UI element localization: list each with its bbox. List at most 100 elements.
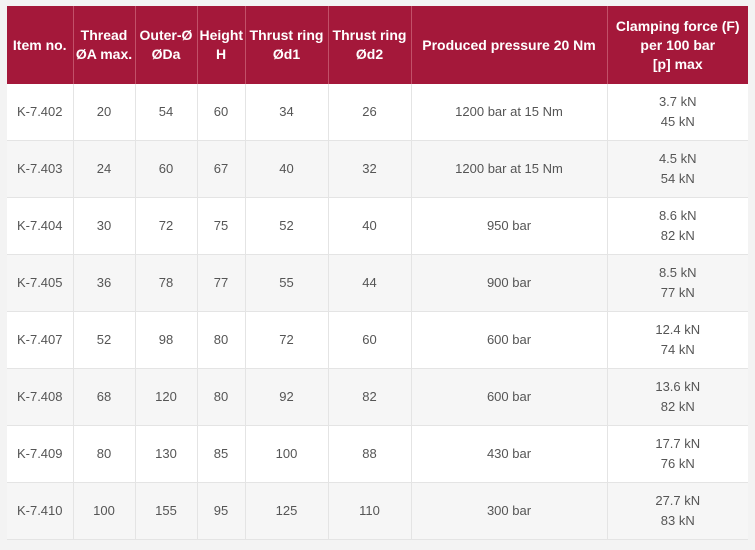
cell-thrust-ring-d1: 34	[245, 84, 329, 141]
cell-thread: 100	[73, 482, 136, 540]
cell-thrust-ring-d2: 110	[328, 482, 412, 540]
table-row: K-7.404 30 72 75 52 40 950 bar 8.6 kN 82 kN	[7, 197, 748, 255]
cell-clamping-force: 8.6 kN 82 kN	[607, 197, 748, 255]
header-text-line: Thread	[80, 27, 128, 43]
table-row: K-7.410 100 155 95 125 110 300 bar 27.7 kN 83 kN	[7, 482, 748, 540]
cell-height: 80	[197, 311, 246, 369]
header-thread: Thread ØA max.	[73, 6, 136, 84]
cell-produced-pressure: 300 bar	[411, 482, 608, 540]
header-text-line: Thrust ring	[249, 27, 324, 43]
clamping-force-value: 82 kN	[660, 399, 695, 414]
cell-thrust-ring-d2: 26	[328, 84, 412, 141]
page-background: Item no. Thread ØA max. Outer-Ø ØDa Height…	[0, 0, 755, 550]
header-text-line: Ød1	[272, 46, 301, 62]
table-row: K-7.408 68 120 80 92 82 600 bar 13.6 kN 82 kN	[7, 368, 748, 426]
cell-thread: 80	[73, 425, 136, 483]
cell-produced-pressure: 950 bar	[411, 197, 608, 255]
cell-height: 75	[197, 197, 246, 255]
header-text-line: H	[215, 46, 227, 62]
clamping-force-value: 76 kN	[660, 456, 695, 471]
cell-item-no: K-7.404	[7, 197, 74, 255]
clamping-force-value: 3.7 kN	[658, 94, 697, 109]
cell-produced-pressure: 1200 bar at 15 Nm	[411, 84, 608, 141]
cell-item-no: K-7.410	[7, 482, 74, 540]
header-text-line: Clamping force (F)	[615, 17, 740, 34]
clamping-force-value: 74 kN	[660, 342, 695, 357]
cell-thrust-ring-d2: 88	[328, 425, 412, 483]
header-clamping-force: Clamping force (F) per 100 bar [p] max	[607, 6, 748, 84]
cell-item-no: K-7.403	[7, 140, 74, 198]
cell-thrust-ring-d1: 125	[245, 482, 329, 540]
cell-produced-pressure: 600 bar	[411, 311, 608, 369]
cell-thrust-ring-d2: 44	[328, 254, 412, 312]
cell-clamping-force: 27.7 kN 83 kN	[607, 482, 748, 540]
header-produced-pressure: Produced pressure 20 Nm	[411, 6, 608, 84]
cell-clamping-force: 13.6 kN 82 kN	[607, 368, 748, 426]
cell-thrust-ring-d1: 92	[245, 368, 329, 426]
cell-thrust-ring-d1: 100	[245, 425, 329, 483]
cell-thrust-ring-d2: 40	[328, 197, 412, 255]
cell-height: 95	[197, 482, 246, 540]
cell-height: 80	[197, 368, 246, 426]
cell-outer-diameter: 155	[135, 482, 198, 540]
header-text-line: Produced pressure 20 Nm	[422, 36, 596, 53]
header-text-line: Outer-Ø	[139, 27, 193, 43]
cell-outer-diameter: 72	[135, 197, 198, 255]
cell-outer-diameter: 54	[135, 84, 198, 141]
cell-item-no: K-7.405	[7, 254, 74, 312]
clamping-force-value: 12.4 kN	[655, 322, 701, 337]
table-row: K-7.403 24 60 67 40 32 1200 bar at 15 Nm 4.5 kN…	[7, 140, 748, 198]
cell-produced-pressure: 900 bar	[411, 254, 608, 312]
cell-clamping-force: 12.4 kN 74 kN	[607, 311, 748, 369]
cell-thrust-ring-d1: 72	[245, 311, 329, 369]
table-row: K-7.407 52 98 80 72 60 600 bar 12.4 kN 74 kN	[7, 311, 748, 369]
cell-thrust-ring-d1: 52	[245, 197, 329, 255]
cell-produced-pressure: 430 bar	[411, 425, 608, 483]
header-text-line: Height	[199, 27, 244, 43]
cell-height: 60	[197, 84, 246, 141]
header-text-line: ØDa	[151, 46, 181, 62]
table-body: K-7.402 20 54 60 34 26 1200 bar at 15 Nm 3.7 kN…	[7, 84, 748, 540]
cell-thread: 52	[73, 311, 136, 369]
cell-outer-diameter: 120	[135, 368, 198, 426]
header-thrust-ring-d1: Thrust ring Ød1	[245, 6, 329, 84]
clamping-force-value: 17.7 kN	[655, 436, 701, 451]
cell-clamping-force: 3.7 kN 45 kN	[607, 84, 748, 141]
header-text-line: Thrust ring	[332, 27, 407, 43]
cell-produced-pressure: 600 bar	[411, 368, 608, 426]
cell-outer-diameter: 130	[135, 425, 198, 483]
table-header-row: Item no. Thread ØA max. Outer-Ø ØDa Height…	[7, 6, 748, 84]
specification-table: Item no. Thread ØA max. Outer-Ø ØDa Height…	[7, 6, 748, 540]
cell-thread: 30	[73, 197, 136, 255]
cell-thread: 24	[73, 140, 136, 198]
cell-outer-diameter: 78	[135, 254, 198, 312]
cell-thread: 68	[73, 368, 136, 426]
cell-clamping-force: 17.7 kN 76 kN	[607, 425, 748, 483]
cell-thrust-ring-d1: 40	[245, 140, 329, 198]
clamping-force-value: 27.7 kN	[655, 493, 701, 508]
cell-produced-pressure: 1200 bar at 15 Nm	[411, 140, 608, 198]
table-row: K-7.405 36 78 77 55 44 900 bar 8.5 kN 77 kN	[7, 254, 748, 312]
clamping-force-value: 8.5 kN	[658, 265, 697, 280]
clamping-force-value: 77 kN	[660, 285, 695, 300]
clamping-force-value: 83 kN	[660, 513, 695, 528]
cell-item-no: K-7.402	[7, 84, 74, 141]
header-text-line: ØA max.	[75, 46, 133, 62]
header-text-line: Ød2	[355, 46, 384, 62]
cell-item-no: K-7.409	[7, 425, 74, 483]
clamping-force-value: 54 kN	[660, 171, 695, 186]
cell-thread: 36	[73, 254, 136, 312]
table-row: K-7.402 20 54 60 34 26 1200 bar at 15 Nm 3.7 kN…	[7, 84, 748, 141]
clamping-force-value: 82 kN	[660, 228, 695, 243]
cell-thrust-ring-d2: 32	[328, 140, 412, 198]
header-thrust-ring-d2: Thrust ring Ød2	[328, 6, 412, 84]
cell-thrust-ring-d2: 60	[328, 311, 412, 369]
cell-clamping-force: 8.5 kN 77 kN	[607, 254, 748, 312]
header-text-line: [p] max	[652, 55, 703, 72]
header-outer-diameter: Outer-Ø ØDa	[135, 6, 198, 84]
header-height: Height H	[197, 6, 246, 84]
cell-outer-diameter: 98	[135, 311, 198, 369]
table-row: K-7.409 80 130 85 100 88 430 bar 17.7 kN 76 kN	[7, 425, 748, 483]
cell-clamping-force: 4.5 kN 54 kN	[607, 140, 748, 198]
cell-height: 85	[197, 425, 246, 483]
